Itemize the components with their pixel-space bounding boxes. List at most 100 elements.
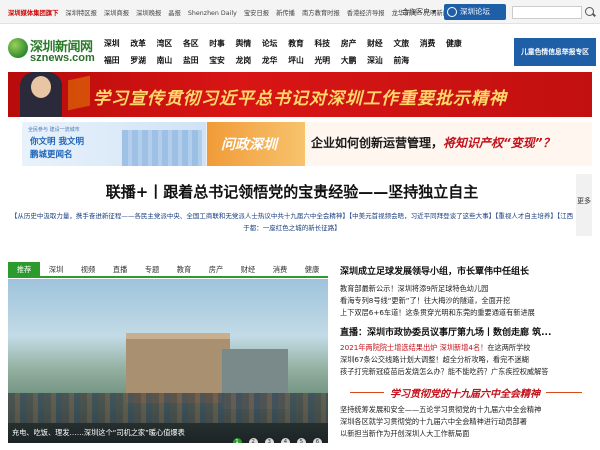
news-item[interactable]: 上下双层6+6车道！这条贯穿光明和东莞的重要通道有新进展	[340, 307, 595, 319]
tab-live[interactable]: 直播	[104, 262, 136, 278]
news-item[interactable]: 教育部最新公示！深圳将添9所足球特色幼儿园	[340, 283, 595, 295]
forum-button[interactable]: 深圳论坛	[444, 4, 506, 20]
nav-item[interactable]: 文旅	[393, 38, 409, 49]
report-zone-button[interactable]: 儿童色情信息举报专区	[514, 38, 596, 66]
news-item[interactable]: 深圳各区就学习贯彻党的十九届六中全会精神进行动员部署	[340, 416, 595, 428]
tab-consume[interactable]: 消费	[264, 262, 296, 278]
media-link[interactable]: 南方教育时报	[302, 10, 340, 17]
slide-dot[interactable]: 1	[232, 438, 242, 443]
tab-health[interactable]: 健康	[296, 262, 328, 278]
news-item[interactable]: 坚持统筹发展和安全——五论学习贯彻党的十九届六中全会精神	[340, 404, 595, 416]
nav-row-districts: 福田 罗湖 南山 盐田 宝安 龙岗 龙华 坪山 光明 大鹏 深汕 前海	[104, 55, 470, 70]
nav-item[interactable]: 大鹏	[341, 55, 357, 66]
ad-tagline: 全民参与 建设一流城市	[28, 127, 80, 133]
nav-item[interactable]: 健康	[446, 38, 462, 49]
news-item[interactable]: 看海专列8号线“更新”了！往大梅沙的隧道，全面开挖	[340, 295, 595, 307]
nav-item[interactable]: 论坛	[262, 38, 278, 49]
nav-item[interactable]: 罗湖	[130, 55, 146, 66]
slide-dot[interactable]: 4	[280, 438, 290, 443]
tab-property[interactable]: 房产	[200, 262, 232, 278]
news-item[interactable]: 深圳67条公交线路计划大调整！超全分析攻略，看完不迷糊	[340, 354, 595, 366]
nav-item[interactable]: 各区	[183, 38, 199, 49]
portrait-image	[20, 72, 62, 117]
tab-special[interactable]: 专题	[136, 262, 168, 278]
wenzheng-text: 企业如何创新运营管理，	[311, 136, 444, 150]
media-link[interactable]: 香港经济导报	[347, 10, 385, 17]
globe-logo-icon	[8, 38, 28, 58]
nav-item[interactable]: 宝安	[209, 55, 225, 66]
tab-shenzhen[interactable]: 深圳	[40, 262, 72, 278]
news-item[interactable]: 以新担当新作为开创深圳人大工作新局面	[340, 428, 595, 440]
nav-item[interactable]: 消费	[420, 38, 436, 49]
tab-education[interactable]: 教育	[168, 262, 200, 278]
tab-finance[interactable]: 财经	[232, 262, 264, 278]
media-link[interactable]: 晶报	[168, 10, 181, 17]
banner-slogan: 学习宣传贯彻习近平总书记对深圳工作重要批示精神	[93, 89, 507, 109]
nav-item[interactable]: 深汕	[367, 55, 383, 66]
slide-dot[interactable]: 6	[313, 438, 322, 443]
media-link[interactable]: 深圳晚报	[136, 10, 161, 17]
site-logo[interactable]: 深圳新闻网 sznews.com	[8, 36, 98, 72]
nav-item[interactable]: 湾区	[157, 38, 173, 49]
city-skyline-image	[122, 130, 202, 166]
nav-item[interactable]: 房产	[341, 38, 357, 49]
slideshow-pager: 1 2 3 4 5 6	[231, 428, 322, 443]
partner-client-dropdown[interactable]: 合作客户 ▾	[402, 7, 436, 17]
plenum-study-banner[interactable]: 学习贯彻党的十九届六中全会精神	[340, 384, 592, 402]
nav-item[interactable]: 龙岗	[236, 55, 252, 66]
search-icon[interactable]	[585, 7, 594, 16]
nav-item[interactable]: 改革	[130, 38, 146, 49]
media-link[interactable]: 宝安日报	[244, 10, 269, 17]
media-link[interactable]: Shenzhen Daily	[188, 10, 237, 17]
site-header: 深圳新闻网 sznews.com 深圳 改革 湾区 各区 时事 舆情 论坛 教育…	[0, 24, 600, 72]
nav-item[interactable]: 盐田	[183, 55, 199, 66]
nav-item[interactable]: 科技	[315, 38, 331, 49]
nav-item[interactable]: 南山	[157, 55, 173, 66]
media-link[interactable]: 深圳媒体集团旗下	[8, 10, 58, 17]
nav-item[interactable]: 福田	[104, 55, 120, 66]
nav-item[interactable]: 教育	[288, 38, 304, 49]
slideshow[interactable]: 充电、吃饭、理发……深圳这个“司机之家”暖心值爆表 1 2 3 4 5 6	[8, 279, 328, 443]
media-link[interactable]: 深圳特区报	[65, 10, 96, 17]
nav-item[interactable]: 时事	[209, 38, 225, 49]
nav-item[interactable]: 财经	[367, 38, 383, 49]
wenzheng-ad[interactable]: 问政深圳 企业如何创新运营管理，将知识产权“变现”？	[206, 122, 592, 166]
civility-ad[interactable]: 全民参与 建设一流城市 你文明 我文明 鹏城更闻名	[22, 122, 210, 166]
top-headline[interactable]: 联播+丨跟着总书记领悟党的宝贵经验——坚持独立自主	[8, 174, 576, 210]
search-input[interactable]	[512, 6, 582, 19]
nav-item[interactable]: 光明	[315, 55, 331, 66]
news-item-highlight: 2021年两院院士增选结果出炉 深圳新增4名！	[340, 343, 488, 352]
nav-item[interactable]: 舆情	[236, 38, 252, 49]
logo-text-en: sznews.com	[30, 52, 95, 64]
tab-video[interactable]: 视频	[72, 262, 104, 278]
media-link[interactable]: 深圳商报	[104, 10, 129, 17]
slideshow-caption[interactable]: 充电、吃饭、理发……深圳这个“司机之家”暖心值爆表	[12, 428, 185, 438]
media-group-links: 深圳媒体集团旗下 深圳特区报 深圳商报 深圳晚报 晶报 Shenzhen Dai…	[8, 8, 454, 17]
wenzheng-badge: 问政深圳	[207, 122, 305, 166]
tab-recommend[interactable]: 推荐	[8, 262, 40, 278]
slide-dot[interactable]: 5	[296, 438, 306, 443]
related-headlines[interactable]: 【从历史中汲取力量，携手奋进新征程——各民主党派中央、全国工商联和无党派人士热议…	[8, 210, 576, 234]
news-headline[interactable]: 直播：深圳市政协委员议事厅第九场丨数创走廊 筑...	[340, 325, 595, 338]
study-campaign-banner[interactable]: 学习宣传贯彻习近平总书记对深圳工作重要批示精神	[8, 72, 592, 117]
nav-item[interactable]: 龙华	[262, 55, 278, 66]
news-headline[interactable]: 深圳成立足球发展领导小组，市长覃伟中任组长	[340, 264, 595, 277]
flag-decoration	[68, 75, 90, 111]
slide-dot[interactable]: 3	[264, 438, 274, 443]
right-news-column: 深圳成立足球发展领导小组，市长覃伟中任组长 教育部最新公示！深圳将添9所足球特色…	[340, 262, 595, 378]
forum-logo-icon	[447, 7, 457, 17]
channel-tabs: 推荐 深圳 视频 直播 专题 教育 房产 财经 消费 健康	[8, 262, 328, 278]
nav-item[interactable]: 坪山	[288, 55, 304, 66]
news-item[interactable]: 孩子打完新冠疫苗后发烧怎么办？能不能吃药？广东疾控权威解答	[340, 366, 595, 378]
nav-item[interactable]: 前海	[393, 55, 409, 66]
more-button[interactable]: 更多	[576, 174, 592, 236]
plenum-banner-text: 学习贯彻党的十九届六中全会精神	[384, 385, 546, 400]
slide-dot[interactable]: 2	[248, 438, 258, 443]
slideshow-caption-bar: 充电、吃饭、理发……深圳这个“司机之家”暖心值爆表 1 2 3 4 5 6	[8, 423, 328, 443]
media-link[interactable]: 新传播	[276, 10, 295, 17]
nav-item[interactable]: 深圳	[104, 38, 120, 49]
ad-line-2: 鹏城更闻名	[30, 150, 73, 160]
news-item[interactable]: 2021年两院院士增选结果出炉 深圳新增4名！在这两所学校	[340, 342, 595, 354]
forum-label: 深圳论坛	[460, 7, 490, 16]
top-bar: 深圳媒体集团旗下 深圳特区报 深圳商报 深圳晚报 晶报 Shenzhen Dai…	[0, 0, 600, 24]
